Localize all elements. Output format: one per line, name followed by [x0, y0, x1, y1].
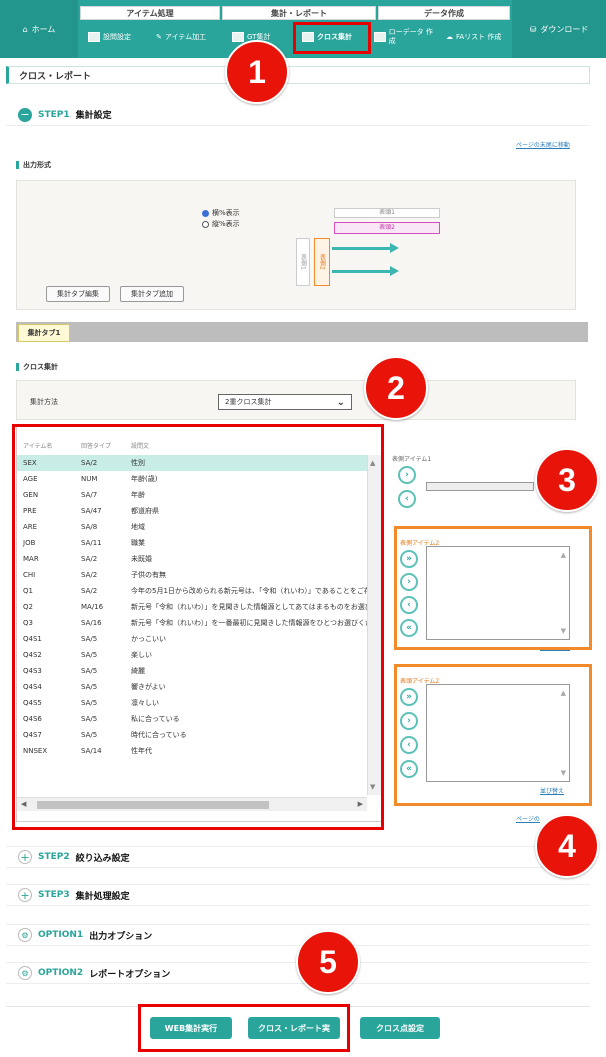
scroll-up-icon[interactable]: ▲ — [561, 689, 566, 697]
output-format-label: 出力形式 — [16, 160, 51, 170]
side-item-1-label: 表側アイテム1 — [392, 456, 432, 463]
remove-all-side-item2-button[interactable]: « — [400, 619, 418, 637]
double-arrow-right-icon: » — [406, 554, 412, 564]
option1-header[interactable]: ⚙ OPTION1 出力オプション — [6, 924, 590, 946]
nav-fa-list[interactable]: ☁ FAリスト 作成 — [446, 22, 508, 52]
page-top-link[interactable]: ページの — [516, 814, 540, 823]
add-head-item2-button[interactable]: › — [400, 712, 418, 730]
arrow-right-icon: › — [407, 716, 411, 726]
method-label: 集計方法 — [30, 398, 58, 406]
database-icon: ⛁ — [529, 24, 537, 34]
radio-vertical-percent[interactable]: 縦%表示 — [202, 219, 240, 229]
double-arrow-left-icon: « — [406, 764, 412, 774]
add-side-item1-button[interactable]: › — [398, 466, 416, 484]
page-title: クロス・レポート — [6, 66, 590, 84]
highlight-box-1 — [293, 22, 371, 54]
nav-raw-data[interactable]: ローデータ 作成 — [374, 22, 438, 52]
sort-link-underline — [540, 650, 570, 651]
head-item-2-box[interactable]: ▲ ▼ — [426, 684, 570, 782]
nav-group-data-creation: データ作成 — [378, 6, 510, 20]
arrow-left-icon: ‹ — [407, 740, 411, 750]
page-end-link[interactable]: ページの末尾に移動 — [516, 140, 570, 149]
add-all-head-item2-button[interactable]: » — [400, 688, 418, 706]
cloud-icon: ☁ — [446, 32, 453, 41]
highlight-box-2 — [12, 424, 384, 830]
arrow-right-icon: › — [405, 470, 409, 480]
nav-group-item-processing: アイテム処理 — [80, 6, 220, 20]
radio-unchecked-icon — [202, 220, 209, 228]
radio-horizontal-percent[interactable]: 横%表示 — [202, 208, 240, 218]
side-item-1-box[interactable] — [426, 482, 534, 491]
scroll-up-icon[interactable]: ▲ — [561, 551, 566, 559]
highlight-box-5 — [138, 1004, 350, 1052]
home-icon: ⌂ — [22, 24, 28, 34]
chart-icon — [232, 32, 244, 42]
add-all-side-item2-button[interactable]: » — [400, 550, 418, 568]
method-select[interactable]: 2重クロス集計 ⌄ — [218, 394, 352, 410]
side-item-2-box[interactable]: ▲ ▼ — [426, 546, 570, 640]
download-button[interactable]: ⛁ ダウンロード — [512, 0, 606, 58]
arrow-line-upper — [332, 247, 392, 250]
step2-header[interactable]: + STEP2 絞り込み設定 — [6, 846, 590, 868]
callout-badge-4: 4 — [535, 814, 599, 878]
table-side-2-preview: 表側2 — [314, 238, 330, 286]
arrow-left-icon: ‹ — [405, 494, 409, 504]
tab-bar — [16, 322, 588, 342]
arrow-head-upper-icon — [390, 243, 399, 253]
callout-badge-3: 3 — [535, 448, 599, 512]
arrow-right-icon: › — [407, 577, 411, 587]
nav-group-aggregation: 集計・レポート — [222, 6, 376, 20]
collapse-icon: − — [18, 107, 32, 122]
double-arrow-right-icon: » — [406, 692, 412, 702]
tab-aggregation-1[interactable]: 集計タブ1 — [18, 324, 70, 342]
chevron-down-icon: ⌄ — [336, 396, 345, 408]
remove-all-head-item2-button[interactable]: « — [400, 760, 418, 778]
home-button[interactable]: ⌂ ホーム — [0, 0, 78, 58]
callout-badge-1: 1 — [225, 40, 289, 104]
add-side-item2-button[interactable]: › — [400, 573, 418, 591]
expand-icon: + — [18, 888, 32, 902]
gear-icon: ⚙ — [18, 928, 32, 942]
callout-badge-2: 2 — [364, 356, 428, 420]
scroll-down-icon[interactable]: ▼ — [561, 627, 566, 635]
gear-icon: ⚙ — [18, 966, 32, 980]
step1-header[interactable]: − STEP1 集計設定 — [6, 104, 590, 126]
callout-badge-5: 5 — [296, 930, 360, 994]
nav-item-edit[interactable]: ✎ アイテム加工 — [156, 22, 206, 52]
table-side-1-preview: 表側1 — [296, 238, 310, 286]
expand-icon: + — [18, 850, 32, 864]
table-icon — [374, 32, 386, 42]
table-head-1-preview: 表頭1 — [334, 208, 440, 218]
cross-point-button[interactable]: クロス点設定 — [360, 1017, 440, 1039]
arrow-left-icon: ‹ — [407, 600, 411, 610]
double-arrow-left-icon: « — [406, 623, 412, 633]
sort-link[interactable]: 並び替え — [540, 786, 564, 795]
radio-checked-icon — [202, 209, 209, 217]
edit-tab-button[interactable]: 集計タブ編集 — [46, 286, 110, 302]
pencil-icon: ✎ — [156, 33, 162, 41]
scroll-down-icon[interactable]: ▼ — [561, 769, 566, 777]
remove-side-item1-button[interactable]: ‹ — [398, 490, 416, 508]
remove-side-item2-button[interactable]: ‹ — [400, 596, 418, 614]
table-head-2-preview: 表頭2 — [334, 222, 440, 234]
remove-head-item2-button[interactable]: ‹ — [400, 736, 418, 754]
arrow-line-lower — [332, 270, 392, 273]
cross-aggregation-label: クロス集計 — [16, 362, 58, 372]
step3-header[interactable]: + STEP3 集計処理設定 — [6, 884, 590, 906]
add-tab-button[interactable]: 集計タブ追加 — [120, 286, 184, 302]
list-icon — [88, 32, 100, 42]
arrow-head-lower-icon — [390, 266, 399, 276]
nav-question-settings[interactable]: 設問設定 — [88, 22, 131, 52]
